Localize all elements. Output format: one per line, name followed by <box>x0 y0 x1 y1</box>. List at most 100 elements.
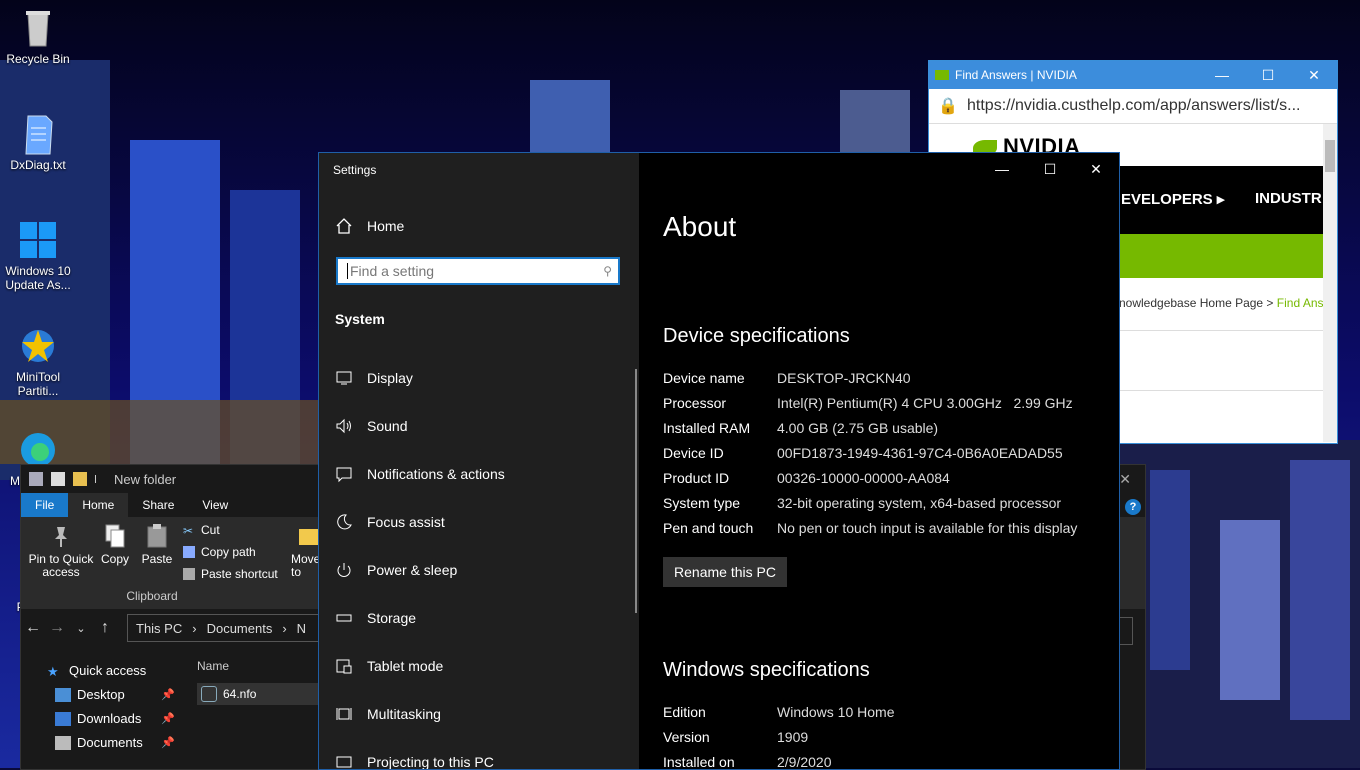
browser-titlebar[interactable]: Find Answers | NVIDIA — ☐ ✕ <box>929 61 1337 89</box>
breadcrumb-find-answers[interactable]: Find Ans <box>1277 296 1324 310</box>
explorer-app-icon <box>29 472 43 486</box>
spec-row-pen-touch: Pen and touch No pen or touch input is a… <box>663 520 1078 536</box>
text-caret <box>347 263 348 279</box>
forward-arrow-icon[interactable]: → <box>45 619 69 637</box>
sidebar-section-system: System <box>335 311 385 327</box>
browser-minimize-button[interactable]: — <box>1199 67 1245 83</box>
nav-downloads[interactable]: Downloads 📌 <box>55 711 175 726</box>
sidebar-item-focus-assist[interactable]: Focus assist <box>335 513 445 531</box>
new-folder-icon[interactable] <box>73 472 87 486</box>
desktop-icon-dxdiag[interactable]: DxDiag.txt <box>0 112 76 172</box>
browser-title: Find Answers | NVIDIA <box>955 68 1077 82</box>
pin-icon[interactable]: 📌 <box>161 688 175 701</box>
tab-view[interactable]: View <box>188 493 242 517</box>
power-icon <box>335 561 353 579</box>
downloads-folder-icon <box>55 711 71 726</box>
paste-shortcut-button[interactable]: Paste shortcut <box>183 567 278 581</box>
nvidia-nav-bar: EVELOPERS ▸ INDUSTR <box>1119 166 1337 234</box>
home-icon <box>335 217 353 235</box>
browser-close-button[interactable]: ✕ <box>1291 67 1337 84</box>
sidebar-item-projecting[interactable]: Projecting to this PC <box>335 753 494 769</box>
tab-share[interactable]: Share <box>128 493 188 517</box>
desktop-icon-windows-update[interactable]: Windows 10 Update As... <box>0 218 76 292</box>
file-item[interactable]: 64.nfo <box>197 683 327 705</box>
minitool-icon <box>16 324 60 368</box>
path-separator-icon: › <box>282 620 287 636</box>
nav-documents[interactable]: Documents 📌 <box>55 735 175 750</box>
column-header-name[interactable]: Name <box>197 659 229 673</box>
copy-icon <box>103 523 127 549</box>
divider <box>1119 390 1323 391</box>
breadcrumb-home[interactable]: nowledgebase Home Page > <box>1119 296 1273 310</box>
back-arrow-icon[interactable]: ← <box>21 619 45 637</box>
sidebar-item-power-sleep[interactable]: Power & sleep <box>335 561 457 579</box>
settings-sidebar: Settings Home Find a setting ⚲ System Di… <box>319 153 639 769</box>
breadcrumb-path[interactable]: This PC › Documents › N <box>127 614 337 642</box>
copy-button[interactable]: Copy <box>97 517 133 566</box>
sidebar-item-sound[interactable]: Sound <box>335 417 407 435</box>
browser-address-bar[interactable]: 🔒 https://nvidia.custhelp.com/app/answer… <box>929 89 1337 124</box>
sidebar-item-tablet-mode[interactable]: Tablet mode <box>335 657 443 675</box>
recent-chevron-icon[interactable]: ⌄ <box>69 622 93 635</box>
explorer-close-button[interactable]: ✕ <box>1119 471 1131 488</box>
display-icon <box>335 369 353 387</box>
sound-icon <box>335 417 353 435</box>
cut-button[interactable]: ✂ Cut <box>183 523 220 538</box>
desktop-folder-icon <box>55 687 71 702</box>
tab-home[interactable]: Home <box>68 493 129 517</box>
properties-icon[interactable] <box>51 472 65 486</box>
paste-button[interactable]: Paste <box>137 517 177 566</box>
pin-icon[interactable]: 📌 <box>161 712 175 725</box>
path-documents[interactable]: Documents <box>207 621 273 636</box>
chevron-down-icon[interactable] <box>95 475 104 483</box>
page-title: About <box>663 211 737 242</box>
path-current[interactable]: N <box>297 621 306 636</box>
up-arrow-icon[interactable]: ↑ <box>93 619 117 637</box>
search-icon: ⚲ <box>603 264 612 278</box>
path-this-pc[interactable]: This PC <box>136 621 182 636</box>
documents-folder-icon <box>55 735 71 750</box>
green-banner <box>1119 234 1323 278</box>
move-to-button[interactable]: Move to <box>291 517 321 579</box>
pin-icon[interactable]: 📌 <box>161 736 175 749</box>
navigation-pane: ★ Quick access Desktop 📌 Downloads 📌 Doc… <box>21 647 181 769</box>
settings-main: About Device specifications Device name … <box>663 153 1119 769</box>
browser-maximize-button[interactable]: ☐ <box>1245 67 1291 84</box>
scrollbar-thumb[interactable] <box>1325 140 1335 172</box>
paste-icon <box>145 523 169 549</box>
tab-file[interactable]: File <box>21 493 69 517</box>
sidebar-item-storage[interactable]: Storage <box>335 609 416 627</box>
find-setting-input[interactable]: Find a setting ⚲ <box>336 257 620 285</box>
rename-pc-button[interactable]: Rename this PC <box>663 557 787 587</box>
settings-home-link[interactable]: Home <box>335 217 404 235</box>
help-icon[interactable]: ? <box>1125 499 1141 515</box>
spec-row-product-id: Product ID 00326-10000-00000-AA084 <box>663 470 950 486</box>
settings-window[interactable]: Settings Home Find a setting ⚲ System Di… <box>318 152 1120 770</box>
nav-developers[interactable]: EVELOPERS ▸ <box>1121 190 1224 208</box>
spec-row-edition: Edition Windows 10 Home <box>663 704 895 720</box>
sidebar-item-multitasking[interactable]: Multitasking <box>335 705 441 723</box>
windows-specs-heading: Windows specifications <box>663 659 870 681</box>
notifications-icon <box>335 465 353 483</box>
breadcrumb: nowledgebase Home Page > Find Ans <box>1119 296 1324 310</box>
text-file-icon <box>16 112 60 156</box>
nav-desktop[interactable]: Desktop 📌 <box>55 687 175 702</box>
tablet-icon <box>335 657 353 675</box>
multitasking-icon <box>335 705 353 723</box>
pin-quick-access-button[interactable]: Pin to Quick access <box>25 517 97 579</box>
recycle-bin-icon <box>16 6 60 50</box>
explorer-title: New folder <box>114 471 177 487</box>
sidebar-item-notifications[interactable]: Notifications & actions <box>335 465 505 483</box>
copy-path-button[interactable]: Copy path <box>183 545 256 559</box>
storage-icon <box>335 609 353 627</box>
browser-scrollbar[interactable] <box>1323 124 1337 442</box>
nav-quick-access[interactable]: ★ Quick access <box>47 663 177 679</box>
sidebar-item-display[interactable]: Display <box>335 369 413 387</box>
desktop-icon-recycle-bin[interactable]: Recycle Bin <box>0 6 76 66</box>
desktop-icon-minitool[interactable]: MiniTool Partiti... <box>0 324 76 398</box>
star-icon: ★ <box>47 663 59 679</box>
device-specs-heading: Device specifications <box>663 325 850 347</box>
nav-industries[interactable]: INDUSTR <box>1255 190 1322 207</box>
sidebar-scrollbar[interactable] <box>635 369 637 613</box>
browser-url[interactable]: https://nvidia.custhelp.com/app/answers/… <box>967 97 1300 115</box>
